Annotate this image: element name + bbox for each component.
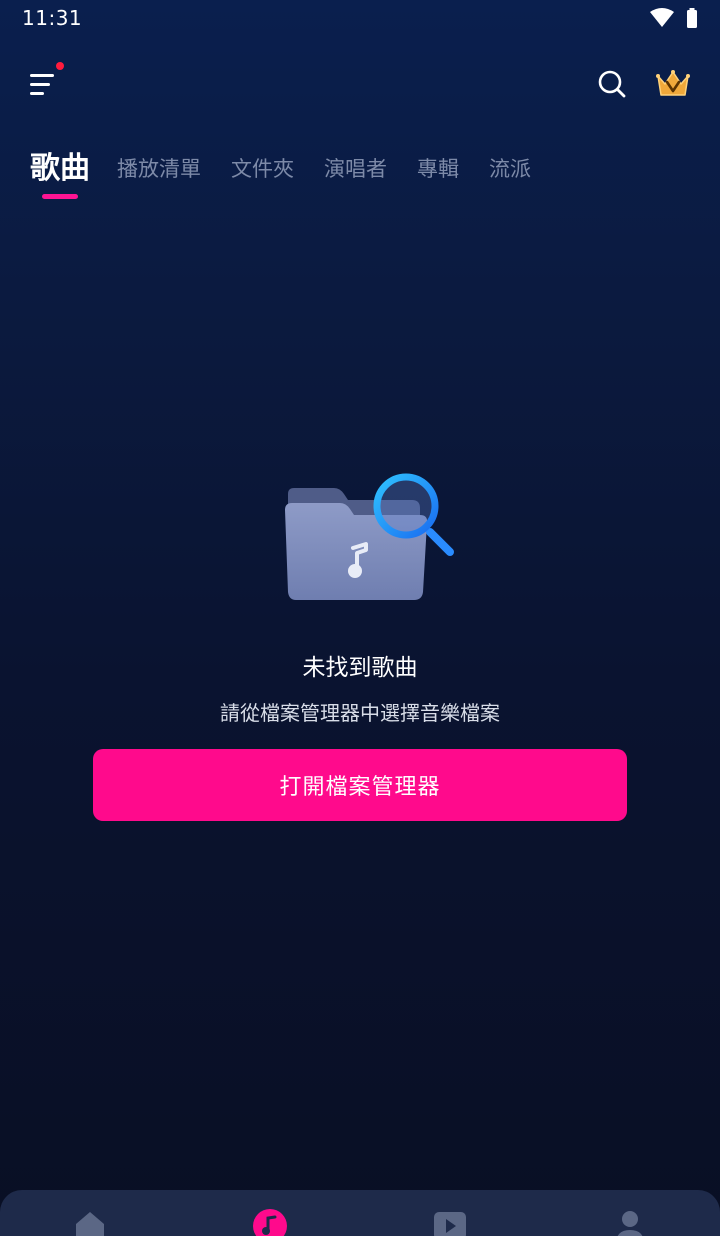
premium-button[interactable] (654, 68, 692, 100)
notification-dot (56, 62, 64, 70)
crown-icon (656, 70, 690, 96)
open-file-manager-button[interactable]: 打開檔案管理器 (93, 749, 627, 821)
profile-icon (617, 1211, 643, 1236)
tab-songs[interactable]: 歌曲 (30, 146, 90, 192)
folder-music-search-icon (285, 473, 454, 600)
search-button[interactable] (596, 68, 628, 100)
status-bar: 11:31 (0, 0, 720, 36)
empty-state-title: 未找到歌曲 (302, 655, 418, 681)
top-bar (0, 56, 720, 112)
tab-genres[interactable]: 流派 (489, 146, 531, 192)
bottom-nav (0, 1190, 720, 1236)
tab-artists[interactable]: 演唱者 (324, 146, 387, 192)
tab-folders[interactable]: 文件夾 (231, 146, 294, 192)
home-icon (76, 1212, 104, 1236)
status-icons (650, 8, 698, 28)
tab-albums[interactable]: 專輯 (417, 146, 459, 192)
nav-profile[interactable] (612, 1208, 648, 1236)
menu-icon (30, 74, 54, 95)
search-icon (598, 70, 626, 98)
wifi-icon (650, 8, 674, 27)
category-tabs: 歌曲 播放清單 文件夾 演唱者 專輯 流派 (0, 146, 720, 206)
empty-state-subtitle: 請從檔案管理器中選擇音樂檔案 (220, 701, 500, 725)
nav-music[interactable] (252, 1208, 288, 1236)
battery-icon (687, 8, 697, 28)
menu-button[interactable] (26, 66, 62, 102)
nav-home[interactable] (72, 1208, 108, 1236)
music-icon (253, 1209, 287, 1236)
nav-video[interactable] (432, 1208, 468, 1236)
status-time: 11:31 (22, 6, 83, 30)
active-tab-indicator (42, 194, 78, 199)
tab-playlists[interactable]: 播放清單 (117, 146, 201, 192)
video-icon (434, 1212, 466, 1236)
